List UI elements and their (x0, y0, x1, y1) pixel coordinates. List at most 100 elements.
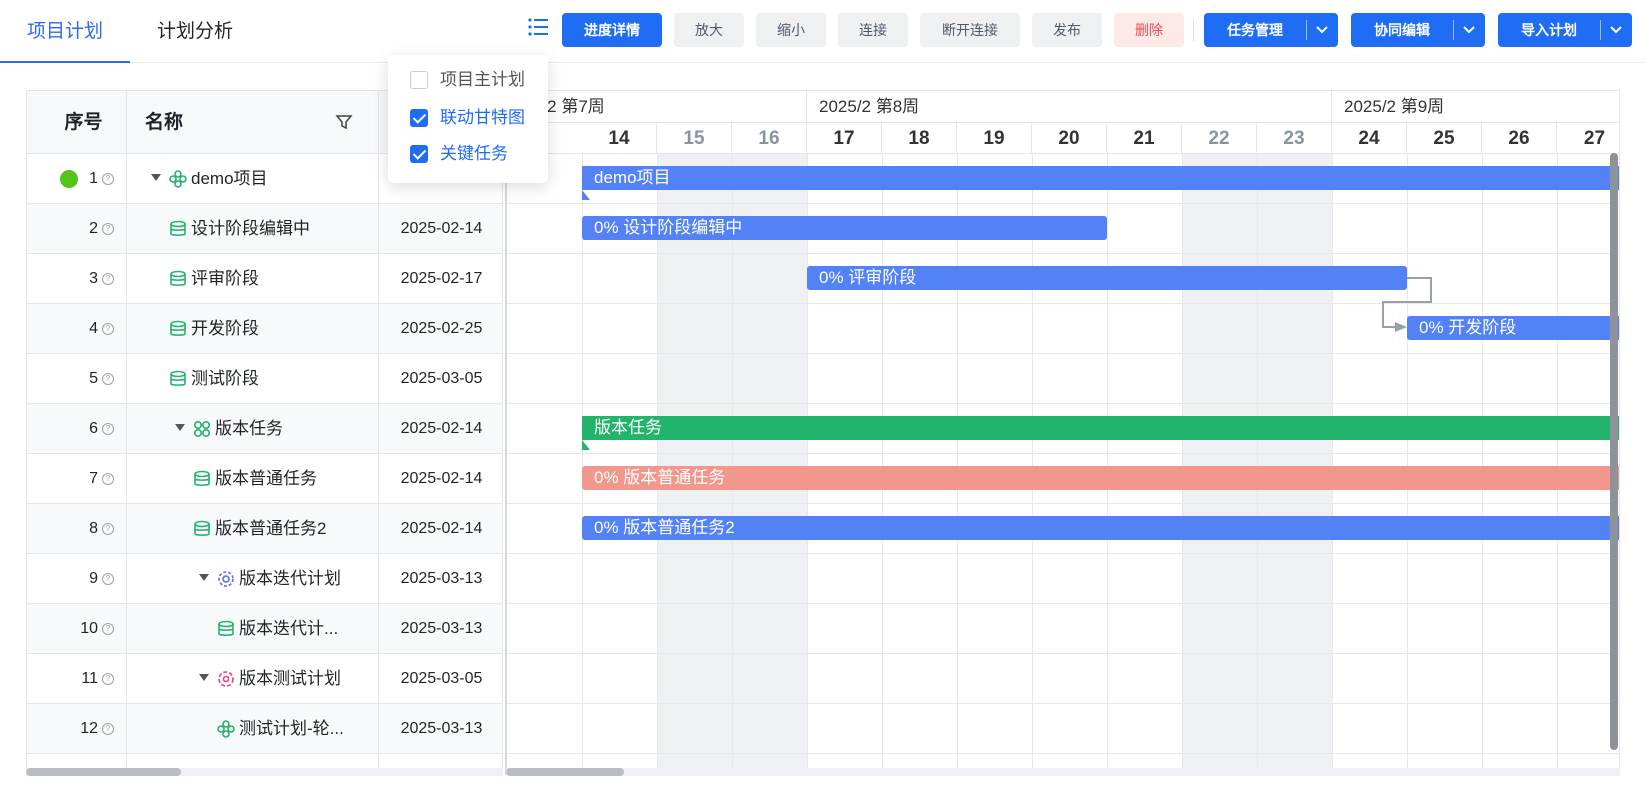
project-flower-icon (217, 720, 235, 738)
delete-button[interactable]: 删除 (1114, 13, 1184, 47)
collapse-caret-icon[interactable] (175, 424, 185, 431)
day-header: 20 (1032, 123, 1107, 154)
task-date: 2025-03-05 (400, 370, 483, 387)
database-icon (194, 470, 210, 486)
tab-project-plan[interactable]: 项目计划 (0, 0, 130, 63)
checkbox[interactable] (410, 71, 428, 89)
dependency-line (1407, 277, 1432, 279)
collab-edit-button[interactable]: 协同编辑 (1351, 13, 1485, 47)
connect-button[interactable]: 连接 (838, 13, 908, 47)
chevron-down-icon[interactable] (1306, 13, 1338, 47)
task-date: 2025-02-14 (400, 420, 483, 437)
table-row[interactable]: 10 ? 版本迭代计... 2025-03-13 (27, 604, 502, 654)
task-date: 2025-03-05 (400, 670, 483, 687)
table-row[interactable]: 4 ? 开发阶段 2025-02-25 (27, 304, 502, 354)
zoom-in-button[interactable]: 放大 (674, 13, 744, 47)
collapse-caret-icon[interactable] (199, 574, 209, 581)
help-icon[interactable]: ? (102, 273, 114, 285)
help-icon[interactable]: ? (102, 173, 114, 185)
task-name: 版本任务 (215, 419, 283, 438)
gantt-bar-summary[interactable]: demo项目 (582, 166, 1619, 190)
gantt-bar-summary[interactable]: 版本任务 (582, 416, 1619, 440)
option-linked-gantt[interactable]: 联动甘特图 (388, 100, 548, 136)
scrollbar-thumb[interactable] (506, 768, 624, 776)
help-icon[interactable]: ? (102, 473, 114, 485)
chevron-down-icon[interactable] (1600, 13, 1632, 47)
task-name: 评审阶段 (191, 269, 259, 288)
table-row[interactable]: 3 ? 评审阶段 2025-02-17 (27, 254, 502, 304)
help-icon[interactable]: ? (102, 623, 114, 635)
task-name: 开发阶段 (191, 319, 259, 338)
database-icon (170, 320, 186, 336)
help-icon[interactable]: ? (102, 323, 114, 335)
tab-plan-analysis[interactable]: 计划分析 (130, 0, 260, 63)
chevron-down-icon[interactable] (1453, 13, 1485, 47)
checkbox[interactable] (410, 109, 428, 127)
table-row[interactable]: 2 ? 设计阶段编辑中 2025-02-14 (27, 204, 502, 254)
gantt-horizontal-scrollbar[interactable] (506, 768, 1620, 776)
help-icon[interactable]: ? (102, 523, 114, 535)
table-row[interactable]: 6 ? 版本任务 2025-02-14 (27, 404, 502, 454)
import-plan-button[interactable]: 导入计划 (1498, 13, 1632, 47)
gantt-bar[interactable]: 0% 评审阶段 (807, 266, 1407, 290)
help-icon[interactable]: ? (102, 723, 114, 735)
task-date: 2025-02-25 (400, 320, 483, 337)
project-flower-icon (169, 170, 187, 188)
gantt-bar[interactable]: 0% 版本普通任务2 (582, 516, 1619, 540)
task-name: 版本普通任务 (215, 469, 317, 488)
task-date: 2025-02-14 (400, 520, 483, 537)
version-icon (193, 420, 211, 438)
collapse-caret-icon[interactable] (199, 674, 209, 681)
table-row[interactable]: 8 ? 版本普通任务2 2025-02-14 (27, 504, 502, 554)
week-header: 2025/2 第8周 (807, 91, 1332, 123)
iteration-gear-icon (218, 571, 234, 587)
table-row[interactable]: 5 ? 测试阶段 2025-03-05 (27, 354, 502, 404)
table-row[interactable]: 11 ? 版本测试计划 2025-03-05 (27, 654, 502, 704)
disconnect-button[interactable]: 断开连接 (920, 13, 1020, 47)
help-icon[interactable]: ? (102, 373, 114, 385)
day-header: 24 (1332, 123, 1407, 154)
gantt-bar[interactable]: 0% 设计阶段编辑中 (582, 216, 1107, 240)
task-management-button[interactable]: 任务管理 (1204, 13, 1338, 47)
collapse-caret-icon[interactable] (151, 174, 161, 181)
gantt-vertical-scrollbar[interactable] (1610, 153, 1618, 750)
table-row[interactable]: 9 ? 版本迭代计划 2025-03-13 (27, 554, 502, 604)
publish-button[interactable]: 发布 (1032, 13, 1102, 47)
import-plan-label: 导入计划 (1521, 22, 1577, 38)
checkbox[interactable] (410, 145, 428, 163)
day-header: 15 (657, 123, 732, 154)
help-icon[interactable]: ? (102, 423, 114, 435)
gantt-bar[interactable]: 0% 版本普通任务 (582, 466, 1619, 490)
option-key-tasks[interactable]: 关键任务 (388, 136, 548, 172)
task-date: 2025-02-17 (400, 270, 483, 287)
week-header: 5/2 第7周 (507, 91, 807, 123)
day-header: 25 (1407, 123, 1482, 154)
help-icon[interactable]: ? (102, 573, 114, 585)
table-horizontal-scrollbar[interactable] (26, 768, 503, 776)
table-row[interactable]: 12 ? 测试计划-轮... 2025-03-13 (27, 704, 502, 754)
week-header: 2025/2 第9周 (1332, 91, 1619, 123)
day-header: 27 (1583, 128, 1606, 149)
filter-icon[interactable] (335, 113, 353, 131)
task-name: 版本普通任务2 (215, 519, 327, 538)
scrollbar-thumb[interactable] (26, 768, 181, 776)
day-header: 22 (1182, 123, 1257, 154)
table-row[interactable]: 7 ? 版本普通任务 2025-02-14 (27, 454, 502, 504)
task-date: 2025-02-14 (400, 220, 483, 237)
database-icon (170, 270, 186, 286)
status-dot (60, 170, 78, 188)
day-header: 14 (582, 123, 657, 154)
task-name: demo项目 (191, 169, 268, 188)
task-management-label: 任务管理 (1227, 22, 1283, 38)
task-date: 2025-03-13 (400, 570, 483, 587)
option-main-plan[interactable]: 项目主计划 (388, 62, 548, 98)
task-name: 版本迭代计... (239, 619, 339, 638)
list-icon[interactable] (526, 14, 552, 40)
help-icon[interactable]: ? (102, 223, 114, 235)
top-toolbar: 项目计划 计划分析 进度详情 放大 缩小 连接 断开连接 发布 删除 任务管理 … (0, 0, 1645, 63)
zoom-out-button[interactable]: 缩小 (756, 13, 826, 47)
task-date: 2025-03-13 (400, 620, 483, 637)
progress-detail-button[interactable]: 进度详情 (562, 13, 662, 47)
gantt-bar[interactable]: 0% 开发阶段 (1407, 316, 1619, 340)
help-icon[interactable]: ? (102, 673, 114, 685)
